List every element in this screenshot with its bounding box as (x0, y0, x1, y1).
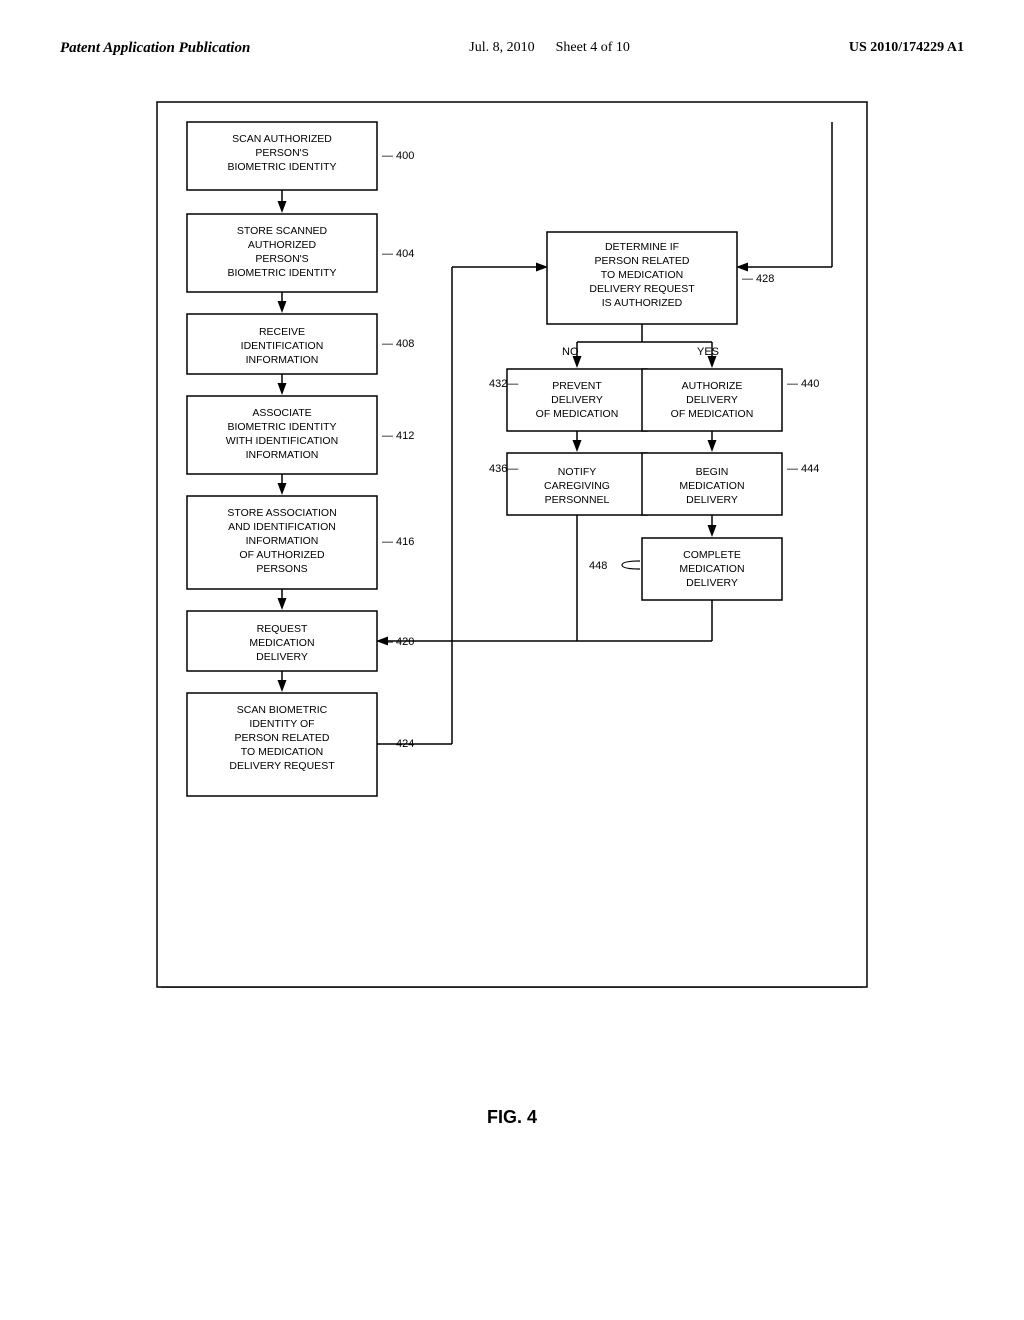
svg-text:CAREGIVING: CAREGIVING (544, 480, 610, 492)
svg-text:COMPLETE: COMPLETE (683, 549, 741, 561)
svg-text:BIOMETRIC IDENTITY: BIOMETRIC IDENTITY (227, 421, 336, 433)
svg-text:— 400: — 400 (382, 150, 414, 162)
svg-text:OF AUTHORIZED: OF AUTHORIZED (239, 549, 325, 561)
svg-text:BIOMETRIC IDENTITY: BIOMETRIC IDENTITY (227, 161, 336, 173)
svg-text:448: 448 (589, 560, 607, 572)
svg-text:PERSONNEL: PERSONNEL (545, 494, 610, 506)
svg-text:SCAN BIOMETRIC: SCAN BIOMETRIC (237, 704, 328, 716)
svg-text:IS AUTHORIZED: IS AUTHORIZED (602, 297, 683, 309)
svg-text:— 428: — 428 (742, 273, 774, 285)
svg-text:OF MEDICATION: OF MEDICATION (536, 408, 619, 420)
svg-text:BEGIN: BEGIN (696, 466, 729, 478)
svg-text:DELIVERY: DELIVERY (686, 394, 738, 406)
svg-text:MEDICATION: MEDICATION (679, 480, 744, 492)
svg-text:WITH IDENTIFICATION: WITH IDENTIFICATION (226, 435, 338, 447)
svg-text:PERSON RELATED: PERSON RELATED (595, 255, 690, 267)
svg-text:436—: 436— (489, 463, 518, 475)
svg-text:TO MEDICATION: TO MEDICATION (241, 746, 323, 758)
svg-text:DELIVERY: DELIVERY (551, 394, 603, 406)
svg-text:TO MEDICATION: TO MEDICATION (601, 269, 683, 281)
svg-text:MEDICATION: MEDICATION (249, 637, 314, 649)
svg-text:IDENTIFICATION: IDENTIFICATION (241, 340, 324, 352)
svg-text:OF MEDICATION: OF MEDICATION (671, 408, 754, 420)
svg-text:— 412: — 412 (382, 430, 414, 442)
publication-date: Jul. 8, 2010 (469, 40, 534, 55)
svg-text:— 440: — 440 (787, 378, 819, 390)
svg-text:DELIVERY: DELIVERY (686, 494, 738, 506)
svg-text:432—: 432— (489, 378, 518, 390)
svg-text:— 404: — 404 (382, 248, 414, 260)
patent-number: US 2010/174229 A1 (849, 40, 964, 56)
svg-text:— 444: — 444 (787, 463, 819, 475)
svg-text:SCAN AUTHORIZED: SCAN AUTHORIZED (232, 133, 332, 145)
svg-text:PERSON'S: PERSON'S (255, 147, 308, 159)
header: Patent Application Publication Jul. 8, 2… (60, 40, 964, 57)
svg-text:DELIVERY REQUEST: DELIVERY REQUEST (229, 760, 335, 772)
patent-publication-label: Patent Application Publication (60, 40, 250, 57)
svg-text:DELIVERY: DELIVERY (686, 577, 738, 589)
sheet-info: Sheet 4 of 10 (556, 40, 630, 55)
svg-text:MEDICATION: MEDICATION (679, 563, 744, 575)
svg-text:PERSONS: PERSONS (256, 563, 307, 575)
svg-text:INFORMATION: INFORMATION (246, 354, 319, 366)
svg-text:INFORMATION: INFORMATION (246, 535, 319, 547)
svg-text:DELIVERY REQUEST: DELIVERY REQUEST (589, 283, 695, 295)
svg-text:ASSOCIATE: ASSOCIATE (252, 407, 311, 419)
svg-text:AUTHORIZED: AUTHORIZED (248, 239, 317, 251)
svg-text:IDENTITY OF: IDENTITY OF (249, 718, 314, 730)
svg-text:AUTHORIZE: AUTHORIZE (682, 380, 743, 392)
svg-text:— 408: — 408 (382, 338, 414, 350)
svg-text:— 420: — 420 (382, 636, 414, 648)
svg-text:STORE SCANNED: STORE SCANNED (237, 225, 328, 237)
svg-text:STORE ASSOCIATION: STORE ASSOCIATION (227, 507, 336, 519)
svg-text:PERSON RELATED: PERSON RELATED (235, 732, 330, 744)
svg-text:DELIVERY: DELIVERY (256, 651, 308, 663)
svg-text:YES: YES (697, 346, 719, 358)
svg-text:AND IDENTIFICATION: AND IDENTIFICATION (228, 521, 336, 533)
svg-text:REQUEST: REQUEST (257, 623, 308, 635)
flowchart-diagram: SCAN AUTHORIZED PERSON'S BIOMETRIC IDENT… (142, 87, 882, 1057)
page: Patent Application Publication Jul. 8, 2… (0, 0, 1024, 1320)
svg-text:NOTIFY: NOTIFY (558, 466, 597, 478)
svg-text:PERSON'S: PERSON'S (255, 253, 308, 265)
header-center: Jul. 8, 2010 Sheet 4 of 10 (469, 40, 630, 56)
svg-text:BIOMETRIC IDENTITY: BIOMETRIC IDENTITY (227, 267, 336, 279)
main-flowchart: SCAN AUTHORIZED PERSON'S BIOMETRIC IDENT… (60, 87, 964, 1057)
svg-text:RECEIVE: RECEIVE (259, 326, 305, 338)
svg-text:PREVENT: PREVENT (552, 380, 602, 392)
svg-text:DETERMINE IF: DETERMINE IF (605, 241, 679, 253)
svg-text:INFORMATION: INFORMATION (246, 449, 319, 461)
svg-text:— 416: — 416 (382, 536, 414, 548)
